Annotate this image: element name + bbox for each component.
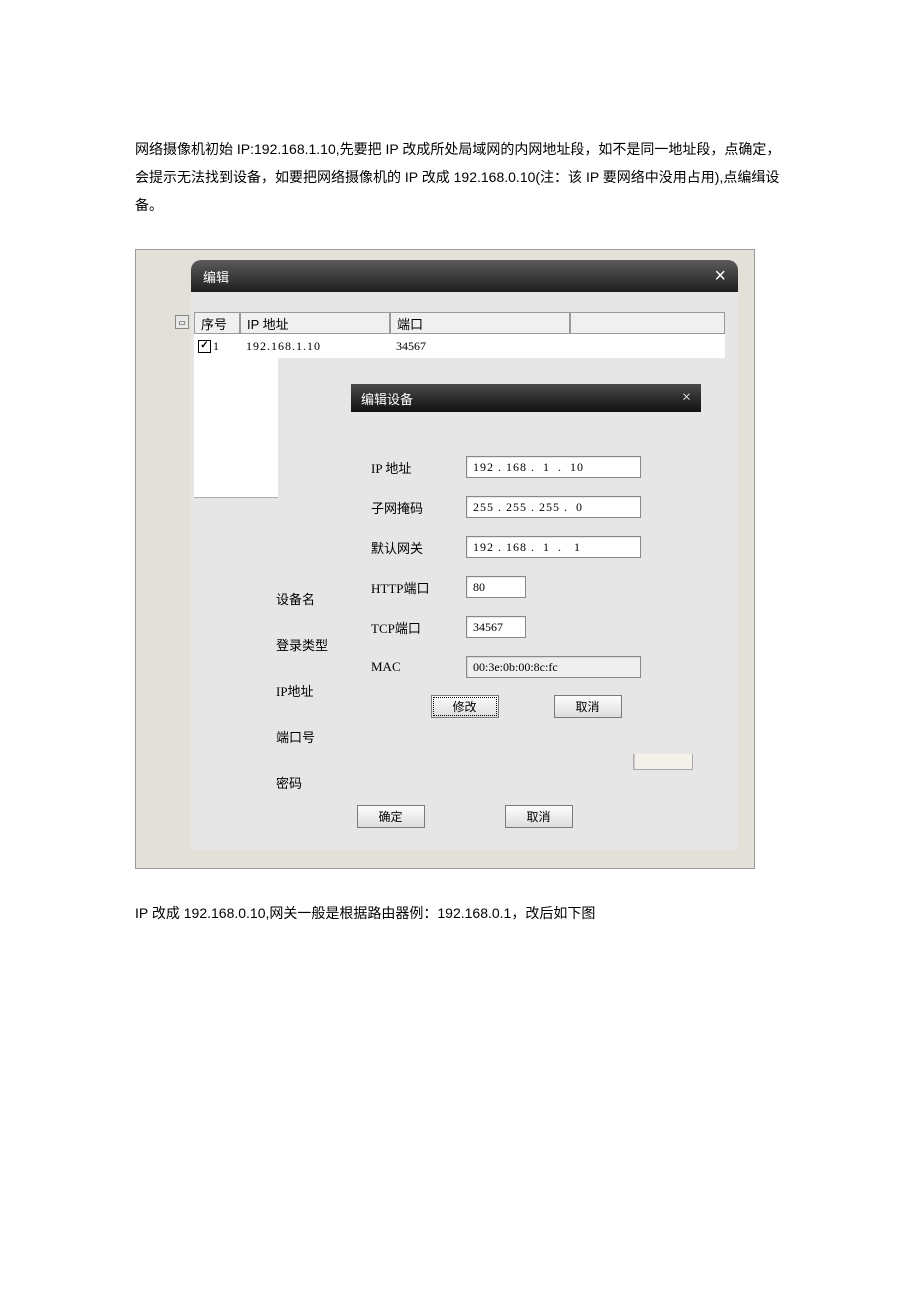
outer-buttons: 确定 取消 — [191, 805, 738, 828]
edit-device-window: 编辑设备 × IP 地址 子网掩码 默认网关 — [351, 384, 701, 754]
label-mask: 子网掩码 — [371, 498, 466, 517]
col-port: 端口 — [390, 312, 570, 334]
ok-button[interactable]: 确定 — [357, 805, 425, 828]
edit-device-form: IP 地址 子网掩码 默认网关 HTTP端口 — [351, 412, 701, 728]
close-icon[interactable]: × — [682, 389, 691, 407]
label-http-port: HTTP端口 — [371, 578, 466, 597]
label-gateway: 默认网关 — [371, 538, 466, 557]
gateway-input[interactable] — [466, 536, 641, 558]
ip-input[interactable] — [466, 456, 641, 478]
col-seq: 序号 — [194, 312, 240, 334]
col-empty — [570, 312, 725, 334]
label-tcp-port: TCP端口 — [371, 618, 466, 637]
label-login-type: 登录类型 — [276, 621, 328, 667]
mac-input — [466, 656, 641, 678]
white-strip — [194, 358, 278, 498]
modify-button[interactable]: 修改 — [431, 695, 499, 718]
edit-device-title: 编辑设备 — [361, 389, 413, 408]
panel-icon: ▭ — [175, 315, 189, 329]
row-checkbox[interactable]: ✓ — [198, 340, 211, 353]
screenshot-container: 编辑 × ▭ 序号 IP 地址 端口 ✓ 1 192.168.1.10 3 — [135, 249, 755, 869]
intro-paragraph: 网络摄像机初始 IP:192.168.1.10,先要把 IP 改成所处局域网的内… — [135, 135, 785, 219]
http-port-input[interactable] — [466, 576, 526, 598]
edit-window-title: 编辑 — [203, 267, 229, 286]
row-ip: 192.168.1.10 — [240, 339, 390, 354]
tcp-port-input[interactable] — [466, 616, 526, 638]
col-ip: IP 地址 — [240, 312, 390, 334]
table-row[interactable]: ✓ 1 192.168.1.10 34567 — [194, 334, 725, 358]
row-port: 34567 — [390, 339, 570, 354]
edit-window-titlebar: 编辑 × — [191, 260, 738, 292]
label-port-no: 端口号 — [276, 713, 328, 759]
label-password: 密码 — [276, 759, 328, 805]
label-device-name: 设备名 — [276, 575, 328, 621]
subnet-mask-input[interactable] — [466, 496, 641, 518]
cancel-button[interactable]: 取消 — [505, 805, 573, 828]
edit-device-titlebar: 编辑设备 × — [351, 384, 701, 412]
table-header: 序号 IP 地址 端口 — [194, 312, 725, 334]
close-icon[interactable]: × — [714, 266, 726, 286]
background-labels: 设备名 登录类型 IP地址 端口号 密码 — [276, 575, 328, 805]
label-ip: IP 地址 — [371, 458, 466, 477]
label-ip-addr: IP地址 — [276, 667, 328, 713]
row-seq: 1 — [213, 339, 219, 354]
outro-paragraph: IP 改成 192.168.0.10,网关一般是根据路由器例：192.168.0… — [135, 899, 785, 927]
device-table: 序号 IP 地址 端口 ✓ 1 192.168.1.10 34567 — [194, 312, 725, 358]
label-mac: MAC — [371, 659, 466, 675]
edit-window: 编辑 × ▭ 序号 IP 地址 端口 ✓ 1 192.168.1.10 3 — [191, 260, 738, 850]
cancel-button[interactable]: 取消 — [554, 695, 622, 718]
